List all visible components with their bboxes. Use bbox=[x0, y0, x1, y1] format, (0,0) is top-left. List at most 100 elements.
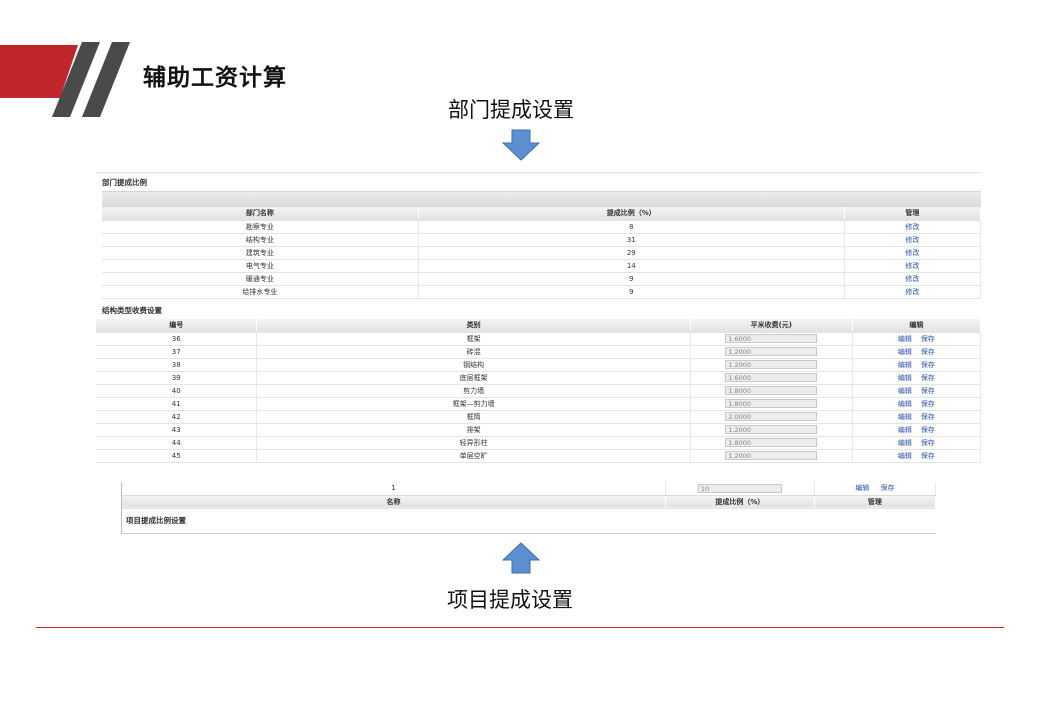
struct-save-link[interactable]: 保存 bbox=[921, 361, 935, 369]
struct-save-link[interactable]: 保存 bbox=[921, 335, 935, 343]
struct-id-cell: 41 bbox=[96, 397, 258, 411]
struct-type-cell: 框架—剪力墙 bbox=[256, 397, 691, 411]
struct-type-cell: 剪力墙 bbox=[256, 384, 691, 398]
project-header-manage: 管理 bbox=[814, 495, 937, 509]
table-row: 给排水专业 9 修改 bbox=[102, 285, 982, 299]
struct-save-link[interactable]: 保存 bbox=[921, 400, 935, 408]
project-section-title: 项目提成比例设置 bbox=[126, 515, 186, 525]
fee-input[interactable]: 1.8000 bbox=[725, 386, 818, 395]
dept-header-ratio: 提成比例（%） bbox=[418, 207, 845, 221]
department-commission-panel: 部门提成比例 部门名称 提成比例（%） 管理 勘察专业 8 修改 结构专业 31 修改 建筑… bbox=[96, 172, 982, 302]
dept-ratio-cell: 9 bbox=[418, 285, 845, 299]
dept-header-manage: 管理 bbox=[844, 207, 982, 221]
dept-name-cell: 给排水专业 bbox=[102, 285, 419, 299]
struct-id-cell: 44 bbox=[96, 436, 258, 450]
table-row: 37 砖混 1.2000 编辑 保存 bbox=[96, 345, 982, 359]
struct-type-cell: 单层空旷 bbox=[256, 449, 691, 463]
struct-save-link[interactable]: 保存 bbox=[921, 452, 935, 460]
struct-edit-link[interactable]: 编辑 bbox=[898, 400, 912, 408]
dept-modify-link[interactable]: 修改 bbox=[905, 262, 919, 270]
table-row: 暖通专业 9 修改 bbox=[102, 272, 982, 286]
struct-save-link[interactable]: 保存 bbox=[921, 387, 935, 395]
struct-section-title: 结构类型收费设置 bbox=[102, 306, 162, 315]
fee-input[interactable]: 1.6000 bbox=[725, 373, 818, 382]
project-edit-link[interactable]: 编辑 bbox=[855, 484, 869, 492]
struct-save-link[interactable]: 保存 bbox=[921, 374, 935, 382]
struct-table: 编号 类别 平米收费(元) 编辑 36 框架 1.6000 编辑 保存 37 砖混 1.20… bbox=[96, 319, 982, 463]
dept-section-title: 部门提成比例 bbox=[102, 178, 147, 187]
struct-save-link[interactable]: 保存 bbox=[921, 439, 935, 447]
project-header-ratio: 提成比例（%） bbox=[665, 495, 815, 509]
table-row: 42 框筒 2.0000 编辑 保存 bbox=[96, 410, 982, 424]
struct-edit-link[interactable]: 编辑 bbox=[898, 348, 912, 356]
struct-save-link[interactable]: 保存 bbox=[921, 413, 935, 421]
dept-name-cell: 建筑专业 bbox=[102, 246, 419, 260]
table-row: 40 剪力墙 1.8000 编辑 保存 bbox=[96, 384, 982, 398]
struct-save-link[interactable]: 保存 bbox=[921, 426, 935, 434]
table-row: 结构专业 31 修改 bbox=[102, 233, 982, 247]
struct-edit-link[interactable]: 编辑 bbox=[898, 374, 912, 382]
struct-edit-link[interactable]: 编辑 bbox=[898, 439, 912, 447]
fee-input[interactable]: 1.2000 bbox=[725, 425, 818, 434]
struct-edit-link[interactable]: 编辑 bbox=[898, 452, 912, 460]
dept-modify-link[interactable]: 修改 bbox=[905, 236, 919, 244]
struct-id-cell: 38 bbox=[96, 358, 258, 372]
struct-edit-link[interactable]: 编辑 bbox=[898, 426, 912, 434]
dept-name-cell: 电气专业 bbox=[102, 259, 419, 273]
dept-ratio-cell: 9 bbox=[418, 272, 845, 286]
project-ratio-input[interactable]: 10 bbox=[697, 483, 782, 493]
table-row: 1 10 编辑 保存 bbox=[122, 482, 937, 496]
fee-input[interactable]: 1.6000 bbox=[725, 334, 818, 343]
table-row: 36 框架 1.6000 编辑 保存 bbox=[96, 332, 982, 346]
struct-header-fee: 平米收费(元) bbox=[690, 319, 853, 333]
project-header-name: 名称 bbox=[122, 495, 666, 509]
table-row: 39 底层框架 1.6000 编辑 保存 bbox=[96, 371, 982, 385]
table-row: 45 单层空旷 1.2000 编辑 保存 bbox=[96, 449, 982, 463]
dept-toolbar bbox=[102, 191, 981, 207]
struct-save-link[interactable]: 保存 bbox=[921, 348, 935, 356]
dept-modify-link[interactable]: 修改 bbox=[905, 223, 919, 231]
dept-modify-link[interactable]: 修改 bbox=[905, 249, 919, 257]
struct-edit-link[interactable]: 编辑 bbox=[898, 413, 912, 421]
struct-type-cell: 钢结构 bbox=[256, 358, 691, 372]
struct-id-cell: 39 bbox=[96, 371, 258, 385]
dept-modify-link[interactable]: 修改 bbox=[905, 275, 919, 283]
table-row: 电气专业 14 修改 bbox=[102, 259, 982, 273]
dept-header-name: 部门名称 bbox=[102, 207, 419, 221]
fee-input[interactable]: 1.8000 bbox=[725, 438, 818, 447]
struct-id-cell: 43 bbox=[96, 423, 258, 437]
table-row: 44 轻异形柱 1.8000 编辑 保存 bbox=[96, 436, 982, 450]
dept-ratio-cell: 29 bbox=[418, 246, 845, 260]
struct-edit-link[interactable]: 编辑 bbox=[898, 335, 912, 343]
dept-table: 部门名称 提成比例（%） 管理 勘察专业 8 修改 结构专业 31 修改 建筑专业 29 修改电… bbox=[102, 207, 982, 299]
dept-ratio-cell: 31 bbox=[418, 233, 845, 247]
struct-id-cell: 45 bbox=[96, 449, 258, 463]
struct-id-cell: 36 bbox=[96, 332, 258, 346]
caption-project-commission: 项目提成设置 bbox=[447, 588, 573, 612]
table-row: 建筑专业 29 修改 bbox=[102, 246, 982, 260]
struct-id-cell: 37 bbox=[96, 345, 258, 359]
struct-edit-link[interactable]: 编辑 bbox=[898, 387, 912, 395]
company-logo bbox=[0, 42, 130, 117]
fee-input[interactable]: 1.2000 bbox=[725, 360, 818, 369]
fee-input[interactable]: 1.2000 bbox=[725, 451, 818, 460]
struct-type-cell: 排架 bbox=[256, 423, 691, 437]
fee-input[interactable]: 2.0000 bbox=[725, 412, 818, 421]
arrow-up-icon bbox=[502, 542, 540, 574]
struct-type-cell: 框架 bbox=[256, 332, 691, 346]
fee-input[interactable]: 1.2000 bbox=[725, 347, 818, 356]
structure-fee-panel: 结构类型收费设置 编号 类别 平米收费(元) 编辑 36 框架 1.6000 编辑 保… bbox=[96, 304, 982, 468]
table-row: 43 排架 1.2000 编辑 保存 bbox=[96, 423, 982, 437]
dept-modify-link[interactable]: 修改 bbox=[905, 288, 919, 296]
struct-edit-link[interactable]: 编辑 bbox=[898, 361, 912, 369]
project-save-link[interactable]: 保存 bbox=[880, 484, 894, 492]
dept-name-cell: 勘察专业 bbox=[102, 220, 419, 234]
struct-header-type: 类别 bbox=[256, 319, 691, 333]
dept-ratio-cell: 14 bbox=[418, 259, 845, 273]
fee-input[interactable]: 1.8000 bbox=[725, 399, 818, 408]
struct-id-cell: 40 bbox=[96, 384, 258, 398]
arrow-down-icon bbox=[502, 129, 540, 161]
table-row: 勘察专业 8 修改 bbox=[102, 220, 982, 234]
struct-header-edit: 编辑 bbox=[852, 319, 982, 333]
project-commission-panel: 1 10 编辑 保存 名称 提成比例（%） 管理 项目提成比例设置 bbox=[121, 482, 937, 534]
